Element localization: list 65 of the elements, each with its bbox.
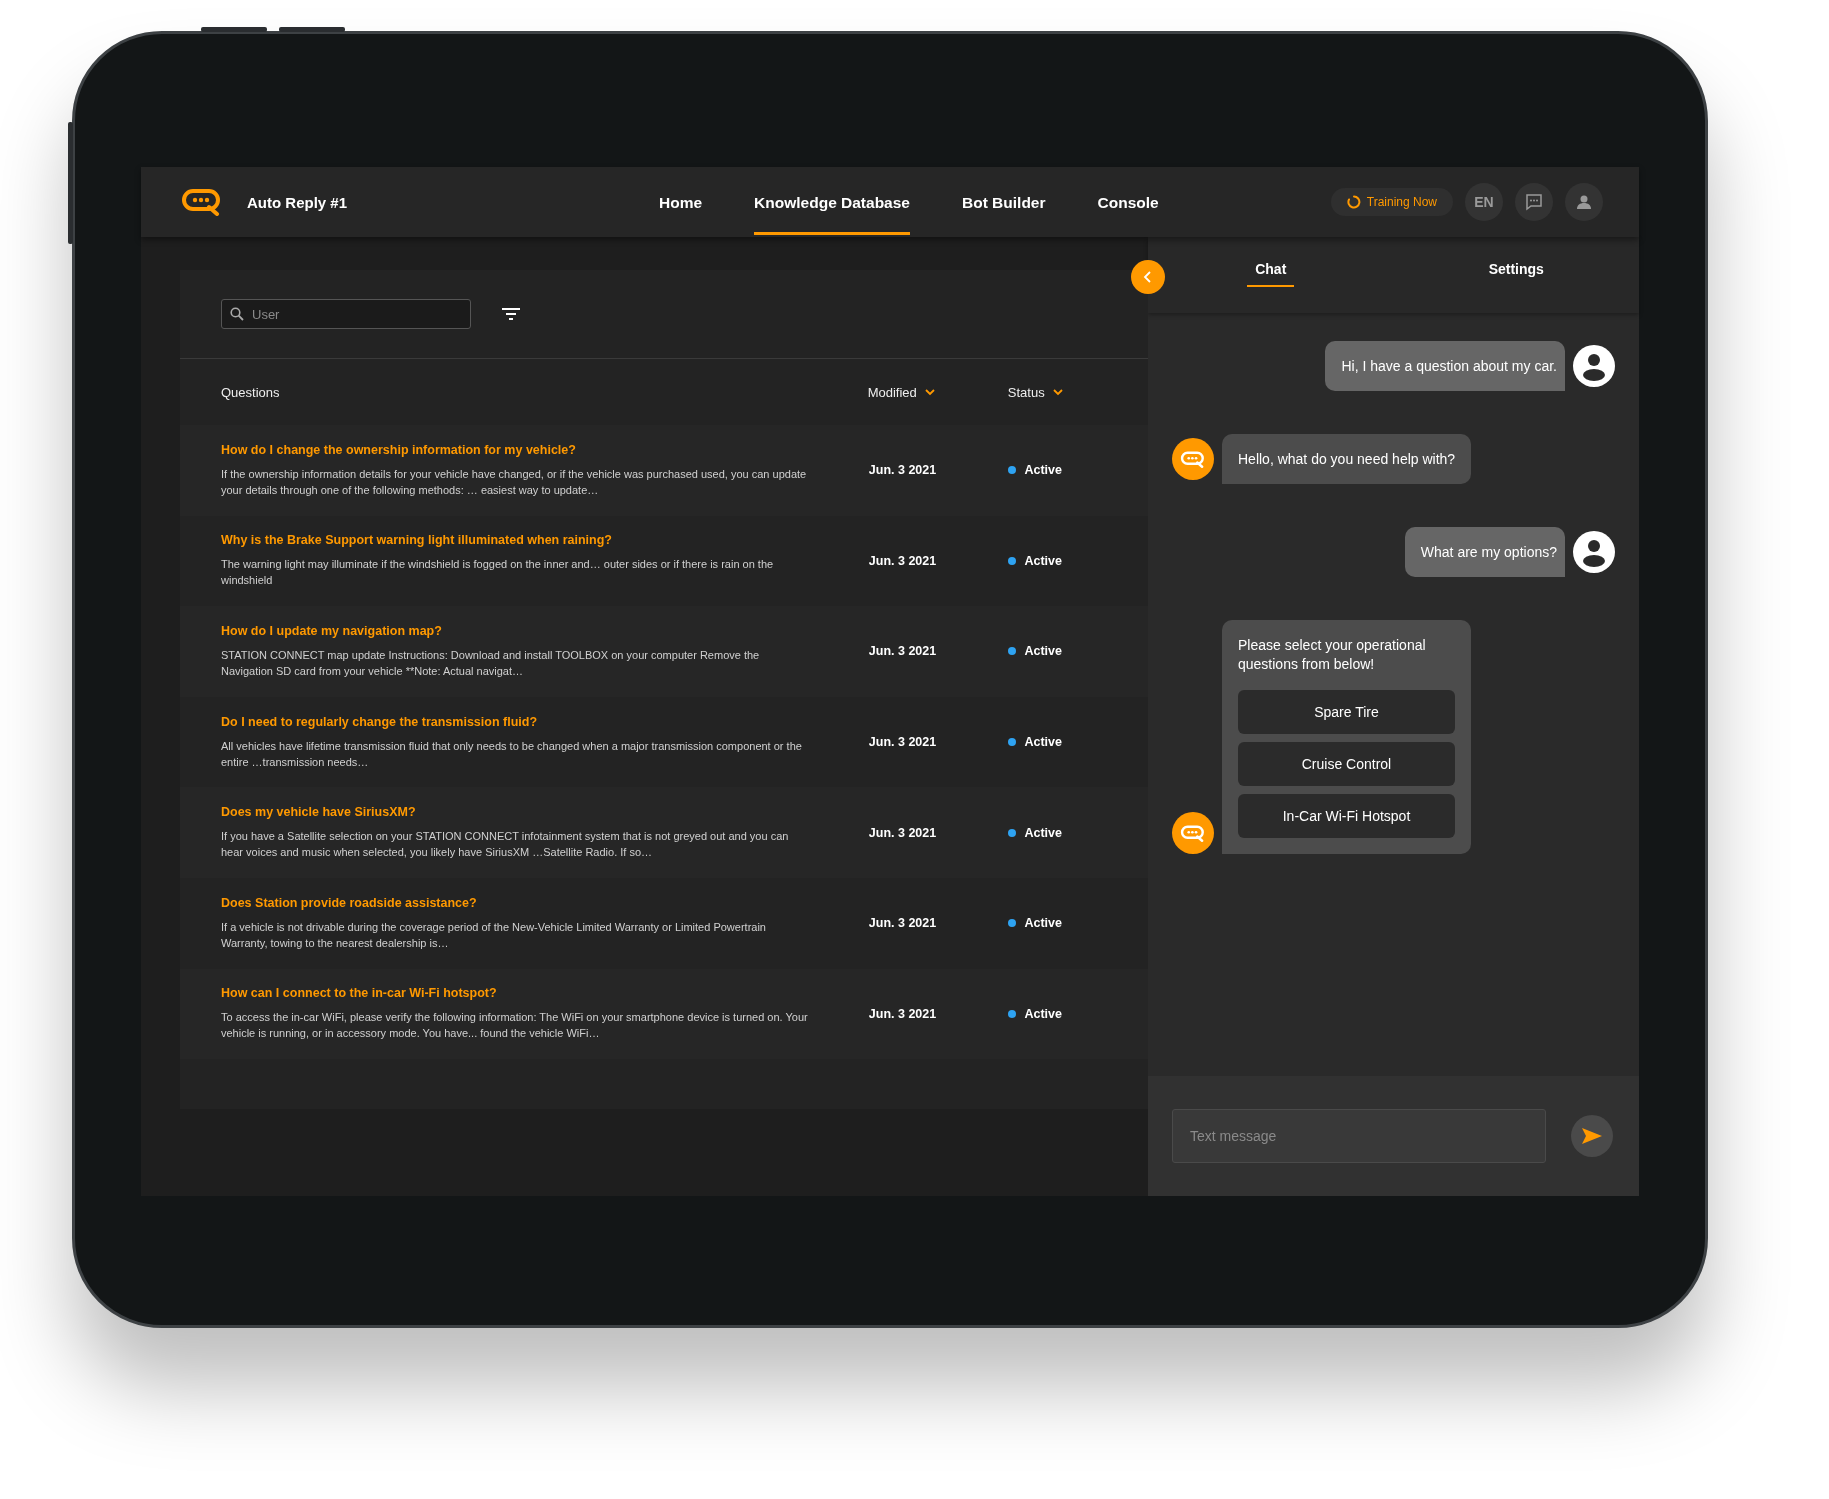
search-field[interactable]: User [221,299,471,329]
answer-preview: If a vehicle is not drivable during the coverage period of the New-Vehicle Limited Warranty or Limited Powertrain Warranty, towing to the nearest dealership is… [221,919,767,951]
logo-icon [1180,824,1206,842]
messages-button[interactable] [1515,183,1553,221]
status-text: Active [1024,735,1062,750]
chat-tab[interactable]: Settings [1393,237,1639,313]
user-avatar-icon [1573,345,1615,387]
user-message: Hi, I have a question about my car. [1325,341,1565,391]
nav-tab[interactable]: Knowledge Database [754,169,910,235]
answer-preview: The warning light may illuminate if the windshield is fogged on the inner and… outer sides or if there is rain on the windshield [221,557,775,589]
option-button[interactable]: Cruise Control [1238,742,1455,786]
chevron-down-icon[interactable] [924,388,935,396]
send-button[interactable] [1571,1115,1613,1157]
nav-tab[interactable]: Console [1097,169,1159,235]
column-header[interactable]: Status [1007,384,1063,400]
chevron-left-icon [1142,271,1154,283]
answer-preview: All vehicles have lifetime transmission fluid that only needs to be changed when a major transmission component or the entire …transmission needs… [221,738,803,770]
question-title: Does Station provide roadside assistance? [221,895,478,910]
column-header[interactable]: Questions [221,384,280,400]
chevron-down-icon[interactable] [1052,388,1063,396]
option-button[interactable]: In-Car Wi-Fi Hotspot [1238,794,1455,838]
answer-preview: STATION CONNECT map update Instructions: Download and install TOOLBOX on your computer Remove the Navigation SD card from your vehicle **Note: Actual navigat… [221,648,761,679]
status-text: Active [1024,644,1062,659]
user-avatar-icon [1573,531,1615,573]
message-input[interactable]: Text message [1172,1109,1546,1163]
spinner-icon [1346,195,1361,209]
status-text: Active [1024,916,1062,931]
question-title: How do I update my navigation map? [221,624,443,638]
filter-icon[interactable] [501,306,521,322]
training-status-button[interactable]: Training Now [1330,188,1453,216]
modified-date: Jun. 3 2021 [868,1006,937,1021]
nav-tab[interactable]: Bot Builder [962,169,1046,235]
status-text: Active [1024,553,1062,568]
question-title: Does my vehicle have SiriusXM? [221,805,417,820]
bot-message: Hello, what do you need help with? [1222,434,1472,484]
logo-icon [1180,450,1206,468]
logo-icon [181,188,223,216]
user-message: What are my options? [1404,527,1565,577]
send-icon [1581,1127,1603,1145]
modified-date: Jun. 3 2021 [868,644,937,659]
question-title: Why is the Brake Support warning light illuminated when raining? [221,533,613,548]
user-icon [1575,193,1593,211]
answer-preview: To access the in-car WiFi, please verify the following information: The WiFi on your smartphone device is turned on. Your vehicle is running, or in accessory mode. You have... found the vehicle WiFi… [221,1010,809,1042]
bot-message: Please select your operational questions from below! [1238,636,1427,674]
status-text: Active [1024,463,1062,478]
modified-date: Jun. 3 2021 [868,553,937,568]
chat-icon [1525,193,1543,211]
question-title: Do I need to regularly change the transmission fluid? [221,714,539,729]
account-button[interactable] [1565,183,1603,221]
column-header[interactable]: Modified [867,384,935,400]
app-title: Auto Reply #1 [247,193,349,211]
language-button[interactable]: EN [1465,183,1503,221]
modified-date: Jun. 3 2021 [868,463,937,478]
modified-date: Jun. 3 2021 [868,825,937,840]
modified-date: Jun. 3 2021 [868,735,937,750]
answer-preview: If you have a Satellite selection on your STATION CONNECT infotainment system that is not greyed out and you can hear voices and music when selected, you likely have SiriusXM …Satellite Radio. If so… [221,829,790,861]
question-title: How can I connect to the in-car Wi-Fi hotspot? [221,986,498,1001]
option-button[interactable]: Spare Tire [1238,690,1455,734]
modified-date: Jun. 3 2021 [868,916,937,931]
status-text: Active [1024,825,1062,840]
status-text: Active [1024,1006,1062,1021]
question-title: How do I change the ownership information for my vehicle? [221,442,577,457]
answer-preview: If the ownership information details for your vehicle have changed, or if the vehicle was purchased used, you can update your details through one of the following methods: … easiest way to update… [221,466,808,498]
chat-tab[interactable]: Chat [1148,237,1394,313]
nav-tab[interactable]: Home [659,169,703,235]
